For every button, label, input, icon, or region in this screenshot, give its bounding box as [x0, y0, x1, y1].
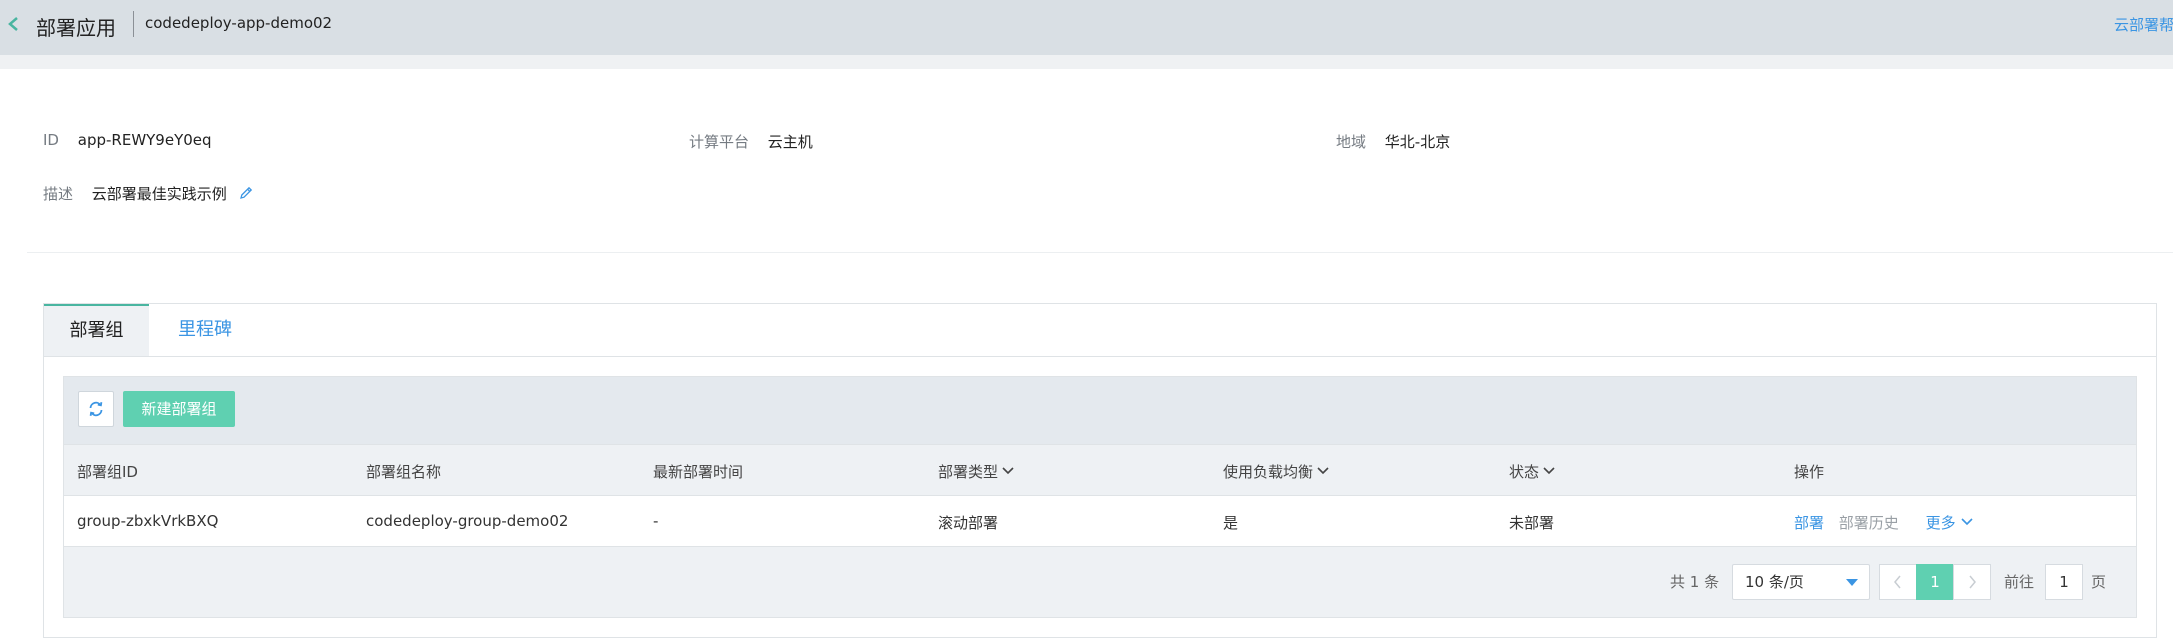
chevron-down-icon [1317, 467, 1329, 475]
more-actions-label: 更多 [1925, 514, 1956, 532]
header-strip [0, 55, 2173, 69]
page-size-select[interactable]: 10 条/页 [1732, 564, 1870, 600]
col-group-name: 部署组名称 [366, 463, 442, 481]
table-row: group-zbxkVrkBXQ codedeploy-group-demo02… [64, 496, 2136, 547]
pagination: 共 1 条 10 条/页 1 前往 页 [64, 547, 2136, 617]
cell-last-deploy: - [653, 512, 659, 530]
col-status-label: 状态 [1509, 463, 1540, 481]
title-divider [133, 11, 134, 37]
tabs-underline [44, 356, 2156, 357]
col-load-balancer[interactable]: 使用负载均衡 [1223, 461, 1330, 482]
table-header: 部署组ID 部署组名称 最新部署时间 部署类型 使用负载均衡 状态 操作 [64, 445, 2136, 496]
page-number-current[interactable]: 1 [1916, 564, 1954, 600]
app-name: codedeploy-app-demo02 [145, 14, 333, 32]
platform-value: 云主机 [767, 133, 813, 151]
refresh-button[interactable] [78, 391, 114, 427]
info-id: ID app-REWY9eY0eq [43, 131, 212, 149]
refresh-icon [89, 401, 103, 417]
platform-label: 计算平台 [689, 133, 750, 151]
cell-deploy-type: 滚动部署 [938, 514, 999, 532]
cell-group-name: codedeploy-group-demo02 [366, 512, 569, 530]
cell-load-balancer: 是 [1223, 514, 1239, 532]
col-actions: 操作 [1794, 463, 1825, 481]
next-page-button[interactable] [1953, 564, 1991, 600]
page-title: 部署应用 [36, 16, 116, 40]
table-toolbar: 新建部署组 [64, 377, 2136, 445]
deploy-history-link[interactable]: 部署历史 [1839, 514, 1899, 532]
region-label: 地域 [1336, 133, 1367, 151]
back-arrow-icon[interactable] [3, 13, 25, 35]
col-status[interactable]: 状态 [1509, 461, 1556, 482]
cell-actions: 部署 部署历史 更多 [1794, 512, 1974, 533]
total-count: 共 1 条 [1670, 573, 1720, 591]
id-value: app-REWY9eY0eq [77, 131, 212, 149]
col-deploy-type-label: 部署类型 [938, 463, 999, 481]
chevron-right-icon [1969, 575, 1976, 589]
cell-status: 未部署 [1509, 514, 1555, 532]
chevron-down-icon [1002, 467, 1014, 475]
cell-group-id: group-zbxkVrkBXQ [77, 512, 219, 530]
tab-milestones[interactable]: 里程碑 [149, 304, 261, 357]
chevron-left-icon [1894, 575, 1901, 589]
caret-down-icon [1846, 579, 1858, 586]
info-description: 描述 云部署最佳实践示例 [43, 183, 254, 204]
col-group-id: 部署组ID [77, 463, 138, 481]
chevron-down-icon [1543, 467, 1555, 475]
deploy-panel: 部署组 里程碑 新建部署组 部署组ID 部署组名称 最新部署时间 部署类型 使用… [43, 303, 2157, 638]
region-value: 华北-北京 [1384, 133, 1451, 151]
desc-label: 描述 [43, 185, 74, 203]
help-link[interactable]: 云部署帮助 [2114, 14, 2173, 35]
col-deploy-type[interactable]: 部署类型 [938, 461, 1015, 482]
info-platform: 计算平台 云主机 [689, 131, 813, 152]
prev-page-button[interactable] [1879, 564, 1917, 600]
chevron-down-icon [1961, 518, 1973, 526]
tab-deploy-groups[interactable]: 部署组 [44, 304, 149, 357]
goto-page-input[interactable] [2045, 564, 2083, 600]
page-size-value: 10 条/页 [1745, 573, 1804, 591]
deploy-action-link[interactable]: 部署 [1794, 514, 1824, 532]
top-bar: 部署应用 codedeploy-app-demo02 云部署帮助 [0, 0, 2173, 55]
deploy-group-table-container: 新建部署组 部署组ID 部署组名称 最新部署时间 部署类型 使用负载均衡 状态 … [63, 376, 2137, 618]
info-separator [27, 252, 2173, 253]
id-label: ID [43, 131, 59, 149]
desc-value: 云部署最佳实践示例 [91, 185, 227, 203]
info-region: 地域 华北-北京 [1336, 131, 1450, 152]
goto-label: 前往 [2004, 573, 2035, 591]
col-last-deploy-time: 最新部署时间 [653, 463, 744, 481]
col-load-balancer-label: 使用负载均衡 [1223, 463, 1314, 481]
edit-pencil-icon[interactable] [238, 185, 254, 201]
new-deploy-group-button[interactable]: 新建部署组 [123, 391, 235, 427]
page-suffix: 页 [2091, 573, 2107, 591]
more-actions-dropdown[interactable]: 更多 [1926, 514, 1974, 532]
